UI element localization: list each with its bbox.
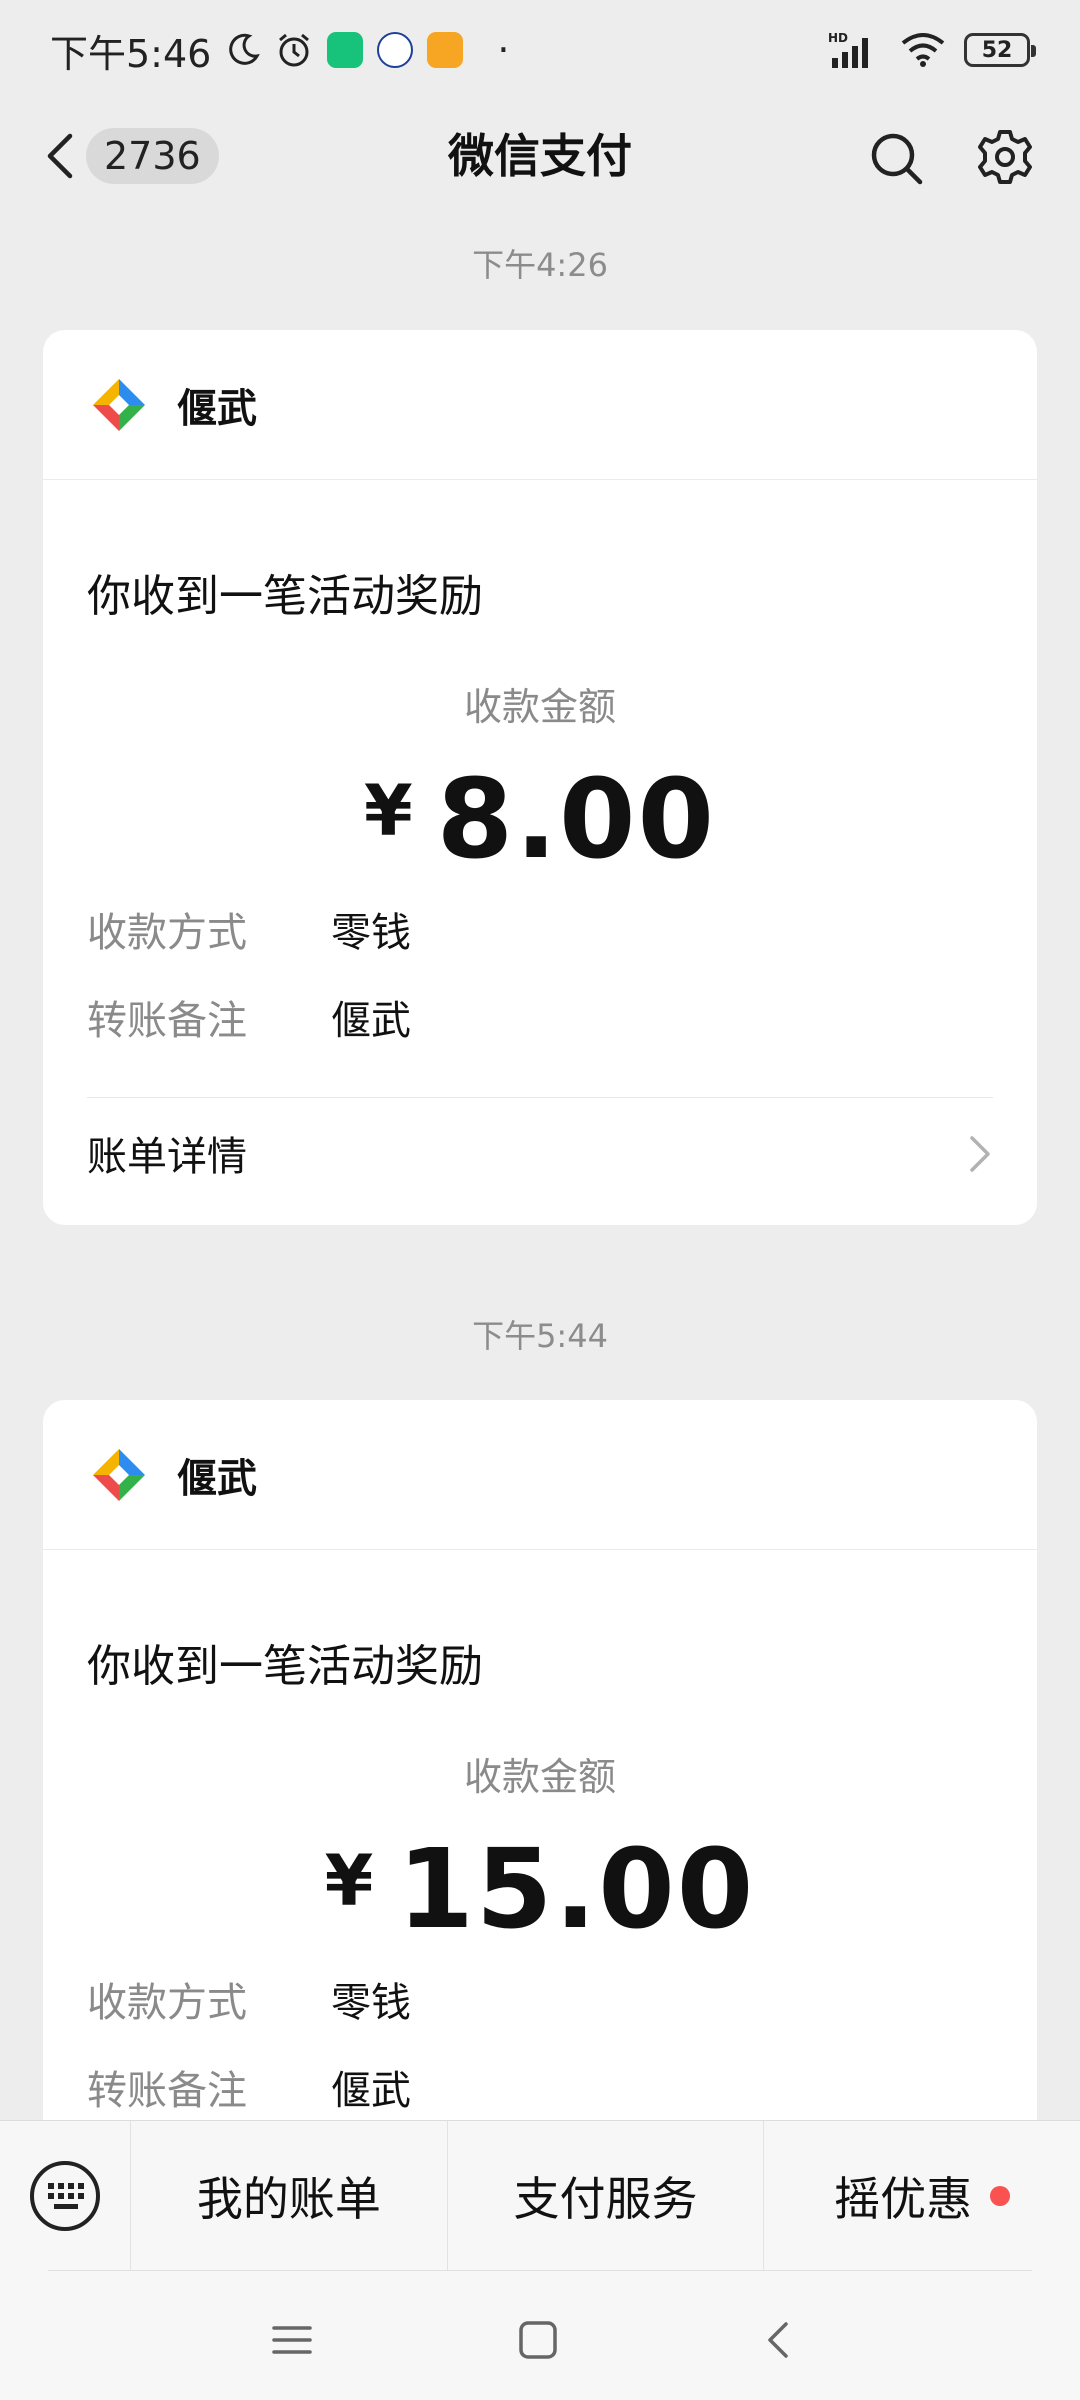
message-time: 下午5:44 <box>472 1317 608 1355</box>
row-label: 收款方式 <box>87 1980 247 2026</box>
menu-lines-icon[interactable] <box>262 2310 322 2370</box>
amount-value: 8.00 <box>436 755 717 883</box>
detail-row-method: 收款方式 零钱 <box>87 885 993 973</box>
card-header: 偃武 <box>43 330 1037 480</box>
card-body: 你收到一笔活动奖励 收款金额 ¥8.00 收款方式 零钱 转账备注 偃武 账单详… <box>43 560 1037 1207</box>
card-body: 你收到一笔活动奖励 收款金额 ¥15.00 收款方式 零钱 转账备注 偃武 <box>43 1630 1037 2131</box>
search-icon[interactable] <box>868 130 924 186</box>
bill-details-link[interactable]: 账单详情 <box>87 1097 993 1207</box>
detail-row-note: 转账备注 偃武 <box>87 2043 993 2131</box>
system-navigation-bar <box>0 2270 1080 2400</box>
row-label: 转账备注 <box>87 2068 247 2114</box>
chevron-right-icon <box>970 1136 990 1172</box>
app-shield-icon <box>327 32 364 68</box>
nav-bar: 2736 微信支付 <box>0 100 1080 212</box>
amount-caption: 收款金额 <box>463 1755 616 1799</box>
menu-label: 摇优惠 <box>834 2171 973 2226</box>
amount: ¥15.00 <box>87 1821 993 1949</box>
detail-row-method: 收款方式 零钱 <box>87 1955 993 2043</box>
status-bar: 下午5:46 · HD 52 <box>0 0 1080 100</box>
status-left: 下午5:46 · <box>50 23 509 78</box>
menu-payment-services[interactable]: 支付服务 <box>446 2120 764 2271</box>
row-value: 零钱 <box>331 1980 411 2026</box>
bottom-menu: 我的账单 支付服务 摇优惠 <box>0 2120 1080 2271</box>
menu-label: 我的账单 <box>196 2171 381 2226</box>
row-value: 偃武 <box>331 2068 411 2114</box>
merchant-name: 偃武 <box>177 385 257 432</box>
unread-count-badge[interactable]: 2736 <box>86 128 219 184</box>
amount-value: 15.00 <box>397 1825 756 1953</box>
message-time: 下午4:26 <box>472 246 608 284</box>
moon-icon <box>229 33 261 65</box>
hd-signal-icon: HD <box>828 31 868 68</box>
currency-symbol: ¥ <box>324 1840 376 1922</box>
battery-icon: 52 <box>964 33 1036 67</box>
keyboard-toggle-button[interactable] <box>0 2121 130 2271</box>
app-ball-icon <box>377 32 414 68</box>
payment-card[interactable]: 偃武 你收到一笔活动奖励 收款金额 ¥8.00 收款方式 零钱 转账备注 偃武 … <box>43 330 1037 1225</box>
amount-caption: 收款金额 <box>463 685 616 729</box>
svg-text:HD: HD <box>828 31 848 45</box>
wechat-pay-chat-screen: 下午5:46 · HD 52 2736 微信支付 下午4:26 偃武 你收到一笔… <box>0 0 1080 2400</box>
keyboard-icon <box>30 2160 100 2231</box>
card-title: 你收到一笔活动奖励 <box>87 1641 483 1692</box>
divider <box>48 2270 1032 2271</box>
menu-my-bills[interactable]: 我的账单 <box>130 2120 447 2271</box>
wifi-icon <box>901 33 945 67</box>
currency-symbol: ¥ <box>363 770 415 852</box>
merchant-logo <box>93 378 145 431</box>
red-dot-badge <box>990 2185 1011 2206</box>
status-dot: · <box>497 28 510 72</box>
row-label: 收款方式 <box>87 910 247 956</box>
card-header: 偃武 <box>43 1400 1037 1550</box>
menu-label: 支付服务 <box>513 2171 698 2226</box>
app-note-icon <box>427 32 464 68</box>
status-right: HD 52 <box>826 30 1036 70</box>
gear-icon[interactable] <box>976 128 1034 186</box>
amount: ¥8.00 <box>87 751 993 879</box>
battery-level: 52 <box>981 37 1013 63</box>
detail-row-note: 转账备注 偃武 <box>87 973 993 1061</box>
merchant-name: 偃武 <box>177 1455 257 1502</box>
back-chevron-icon[interactable] <box>750 2310 810 2370</box>
bill-details-label: 账单详情 <box>87 1133 247 1180</box>
card-title: 你收到一笔活动奖励 <box>87 571 483 622</box>
back-arrow-icon[interactable] <box>40 126 80 186</box>
alarm-icon <box>279 33 310 67</box>
status-time: 下午5:46 <box>50 31 212 76</box>
merchant-logo <box>93 1448 145 1501</box>
row-label: 转账备注 <box>87 998 247 1044</box>
payment-card[interactable]: 偃武 你收到一笔活动奖励 收款金额 ¥15.00 收款方式 零钱 转账备注 偃武 <box>43 1400 1037 2160</box>
row-value: 偃武 <box>331 998 411 1044</box>
row-value: 零钱 <box>331 910 411 956</box>
menu-shake-deals[interactable]: 摇优惠 <box>763 2120 1080 2271</box>
home-square-icon[interactable] <box>508 2310 568 2370</box>
